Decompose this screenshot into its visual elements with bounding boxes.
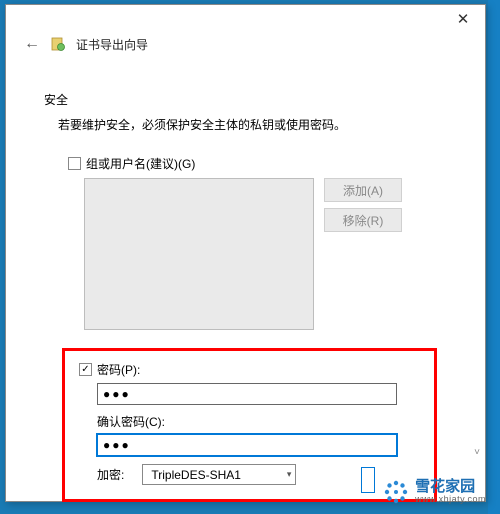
password-input[interactable]: ●●● <box>97 383 397 405</box>
wizard-title: 证书导出向导 <box>76 36 148 53</box>
add-button: 添加(A) <box>324 178 402 202</box>
group-users-listbox <box>84 178 314 330</box>
certificate-export-wizard-dialog: ✕ ← 证书导出向导 安全 若要维护安全，必须保护安全主体的私钥或使用密码。 组… <box>5 4 486 502</box>
titlebar: ✕ <box>6 5 485 35</box>
remove-button: 移除(R) <box>324 208 402 232</box>
security-description: 若要维护安全，必须保护安全主体的私钥或使用密码。 <box>58 116 447 133</box>
wizard-header: ← 证书导出向导 <box>6 35 485 71</box>
confirm-password-input[interactable]: ●●● <box>97 434 397 456</box>
back-arrow-icon[interactable]: ← <box>24 35 40 53</box>
chevron-down-icon: ▾ <box>287 469 292 480</box>
confirm-password-label: 确认密码(C): <box>97 413 420 430</box>
encryption-selected-value: TripleDES-SHA1 <box>151 468 241 482</box>
close-button[interactable]: ✕ <box>441 5 485 33</box>
next-button-partial[interactable] <box>361 467 375 493</box>
encryption-label: 加密: <box>97 466 124 483</box>
scroll-down-icon[interactable]: ˅ <box>470 443 484 461</box>
encryption-dropdown[interactable]: TripleDES-SHA1 ▾ <box>142 464 296 485</box>
group-users-checkbox <box>68 157 81 170</box>
password-label: 密码(P): <box>97 361 140 378</box>
watermark-title: 雪花家园 <box>415 479 486 496</box>
snowflake-icon <box>383 479 409 505</box>
password-checkbox[interactable] <box>79 363 92 376</box>
group-users-label: 组或用户名(建议)(G) <box>86 155 195 172</box>
watermark: 雪花家园 www.xhjaty.com <box>377 476 492 508</box>
watermark-url: www.xhjaty.com <box>415 495 486 505</box>
security-heading: 安全 <box>44 91 447 108</box>
certificate-icon <box>50 36 66 52</box>
